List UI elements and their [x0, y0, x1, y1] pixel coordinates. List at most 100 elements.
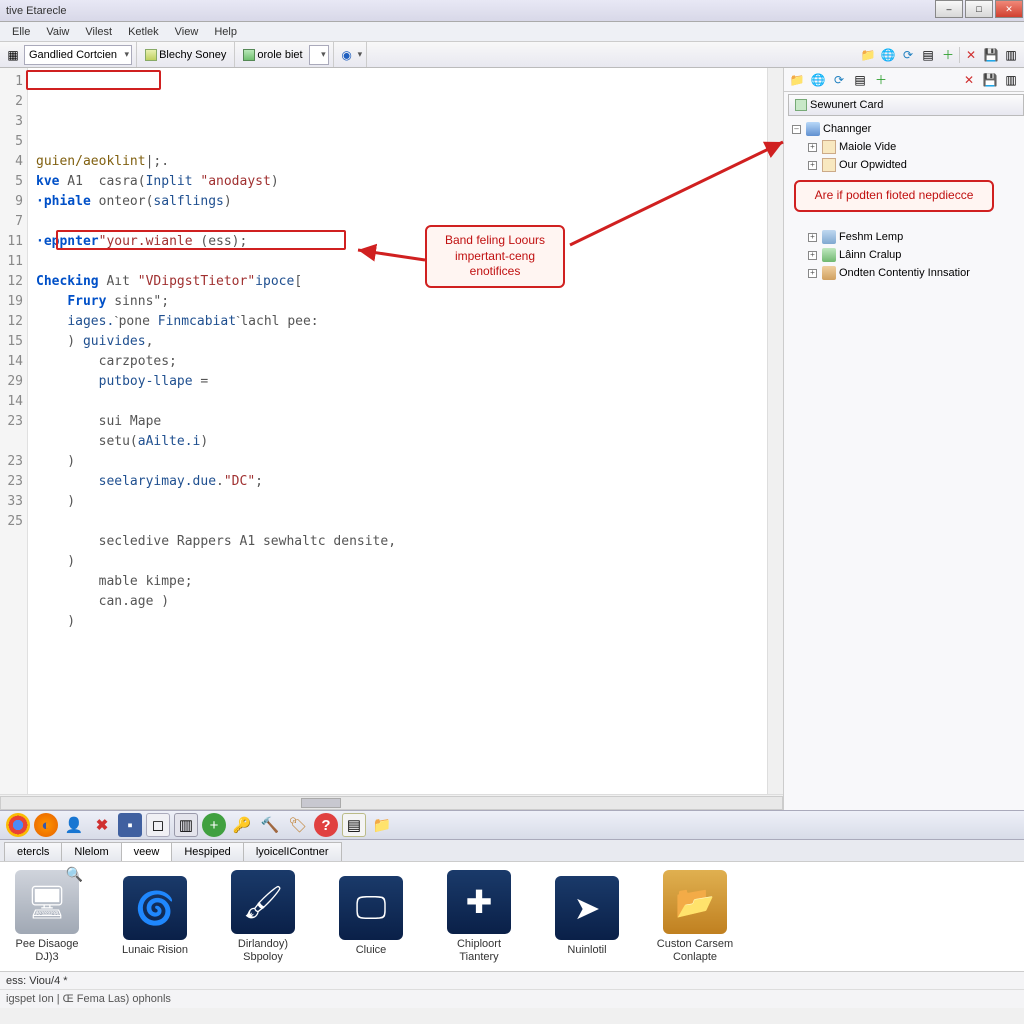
tree-item-label: Our Opwidted — [839, 159, 907, 171]
expand-icon[interactable]: + — [808, 251, 817, 260]
expand-icon[interactable]: + — [808, 269, 817, 278]
doc-icon — [145, 49, 157, 61]
rp-props-icon[interactable]: ▥ — [1002, 71, 1020, 89]
config-combo[interactable]: Gandlied Cortcien — [24, 45, 132, 65]
box-tool-icon[interactable]: ◻ — [146, 813, 170, 837]
bottom-toolbar: ◐ 👤 ✖ ▪ ◻ ▥ + 🔑 🔨 🏷 ? ▤ 📁 — [0, 810, 1024, 840]
tree-root[interactable]: – Channger — [790, 120, 1018, 138]
window-controls: – □ ✕ — [934, 0, 1024, 21]
tree-root-label: Channger — [823, 123, 871, 135]
card-icon — [795, 99, 807, 111]
sheet2-icon[interactable]: ▤ — [342, 813, 366, 837]
props-icon[interactable]: ▥ — [1002, 46, 1020, 64]
help-round-icon[interactable]: ? — [314, 813, 338, 837]
rp-tab[interactable]: Sewunert Card — [788, 94, 1024, 116]
menu-vilest[interactable]: Vilest — [77, 24, 120, 40]
menu-file[interactable]: Elle — [4, 24, 38, 40]
bottom-tabs: etercls Nlelom veew Hespiped lyoicelICon… — [0, 840, 1024, 862]
help-icon[interactable]: ◉ — [338, 46, 356, 64]
menu-view[interactable]: View — [167, 24, 207, 40]
blechy-button[interactable]: Blechy Soney — [141, 47, 230, 63]
menu-vaiw[interactable]: Vaiw — [38, 24, 77, 40]
rp-toolbar: 📁 🌐 ⟳ ▤ ＋ ✕ 💾 ▥ — [784, 68, 1024, 92]
globe-icon[interactable]: 🌐 — [879, 46, 897, 64]
li-item-5[interactable]: ➤ Nuinlotil — [546, 876, 628, 957]
btab-4[interactable]: lyoicelIContner — [243, 842, 342, 861]
li-item-3[interactable]: 🖵 Cluice — [330, 876, 412, 957]
li-item-6[interactable]: 📂 Custon Carsem Conlapte — [654, 870, 736, 963]
add-green-icon[interactable]: + — [202, 813, 226, 837]
btab-1[interactable]: Nlelom — [61, 842, 121, 861]
li-label: Custon Carsem Conlapte — [654, 938, 736, 963]
cursor-icon: ➤ — [555, 876, 619, 940]
rp-refresh-icon[interactable]: ⟳ — [830, 71, 848, 89]
tag-icon[interactable]: 🏷 — [286, 813, 310, 837]
menu-ketlek[interactable]: Ketlek — [120, 24, 167, 40]
tree-item-4[interactable]: + Ondten Contentiy Innsatior — [790, 264, 1018, 282]
key-icon[interactable]: 🔑 — [230, 813, 254, 837]
maximize-button[interactable]: □ — [965, 0, 993, 18]
tree-item-3[interactable]: + Lâinn Cralup — [790, 246, 1018, 264]
collapse-icon[interactable]: – — [792, 125, 801, 134]
rp-delete-icon[interactable]: ✕ — [960, 71, 978, 89]
li-item-4[interactable]: ✚ Chiploort Tiantery — [438, 870, 520, 963]
hammer-icon[interactable]: 🔨 — [258, 813, 282, 837]
add-icon[interactable]: ＋ — [939, 46, 957, 64]
editor-vscrollbar[interactable] — [767, 68, 783, 794]
cross-screen-icon: ✚ — [447, 870, 511, 934]
tree-item-2[interactable]: + Feshm Lemp — [790, 228, 1018, 246]
spiral-icon: 🌀 — [123, 876, 187, 940]
save-icon[interactable]: 💾 — [982, 46, 1000, 64]
rp-globe-icon[interactable]: 🌐 — [809, 71, 827, 89]
li-item-2[interactable]: 🖌 Dirlandoy) Sbpoloy — [222, 870, 304, 963]
li-item-0[interactable]: 🖥🔍 Pee Disaoge DJ)3 — [6, 870, 88, 963]
tree-item-label: Maiole Vide — [839, 141, 896, 153]
folder-icon[interactable]: 📁 — [859, 46, 877, 64]
toolbar: ▦ Gandlied Cortcien Blechy Soney orole b… — [0, 42, 1024, 68]
delete-icon[interactable]: ✕ — [962, 46, 980, 64]
tree-item-1[interactable]: + Our Opwidted — [790, 156, 1018, 174]
chrome-icon[interactable] — [6, 813, 30, 837]
li-label: Dirlandoy) Sbpoloy — [222, 938, 304, 963]
btab-3[interactable]: Hespiped — [171, 842, 243, 861]
code-editor[interactable]: 123545971111121912151429142323233325 gui… — [0, 68, 783, 794]
li-item-1[interactable]: 🌀 Lunaic Rision — [114, 876, 196, 957]
li-label: Pee Disaoge DJ)3 — [6, 938, 88, 963]
project-tree[interactable]: – Channger + Maiole Vide + Our Opwidted … — [784, 116, 1024, 810]
rp-folder-icon[interactable]: 📁 — [788, 71, 806, 89]
delete-x-icon[interactable]: ✖ — [90, 813, 114, 837]
save-disk-icon[interactable]: ▪ — [118, 813, 142, 837]
brush-icon: 🖌 — [231, 870, 295, 934]
rp-save-icon[interactable]: 💾 — [981, 71, 999, 89]
close-button[interactable]: ✕ — [995, 0, 1023, 18]
expand-icon[interactable]: + — [808, 143, 817, 152]
sheet-icon[interactable]: ▤ — [919, 46, 937, 64]
rp-add-icon[interactable]: ＋ — [872, 71, 890, 89]
user-icon[interactable]: 👤 — [62, 813, 86, 837]
editor-hscrollbar[interactable] — [0, 794, 783, 810]
rp-sheet-icon[interactable]: ▤ — [851, 71, 869, 89]
file-icon — [822, 158, 836, 172]
panel-icon[interactable]: ▥ — [174, 813, 198, 837]
status-bar-2: igspet Ion | Œ Fema Las) ophonls — [0, 990, 1024, 1008]
large-icons-row: 🖥🔍 Pee Disaoge DJ)3 🌀 Lunaic Rision 🖌 Di… — [0, 862, 1024, 972]
tree-item-label: Lâinn Cralup — [839, 249, 901, 261]
window-title: tive Etarecle — [6, 5, 67, 17]
code-area[interactable]: guien/aeoklint|;.kve A1 casra(Inplit "an… — [28, 68, 767, 794]
orole-button[interactable]: orole biet — [239, 47, 306, 63]
btab-2[interactable]: veew — [121, 842, 173, 861]
minimize-button[interactable]: – — [935, 0, 963, 18]
btab-0[interactable]: etercls — [4, 842, 62, 861]
menu-help[interactable]: Help — [206, 24, 245, 40]
refresh-icon[interactable]: ⟳ — [899, 46, 917, 64]
highlight-box-1 — [26, 70, 161, 90]
expand-icon[interactable]: + — [808, 161, 817, 170]
folder-icon — [822, 248, 836, 262]
main-area: 123545971111121912151429142323233325 gui… — [0, 68, 1024, 810]
firefox-icon[interactable]: ◐ — [34, 813, 58, 837]
expand-icon[interactable]: + — [808, 233, 817, 242]
folder2-icon[interactable]: 📁 — [370, 813, 394, 837]
tree-item-0[interactable]: + Maiole Vide — [790, 138, 1018, 156]
orole-dropdown[interactable] — [309, 45, 329, 65]
screen-icon: 🖵 — [339, 876, 403, 940]
